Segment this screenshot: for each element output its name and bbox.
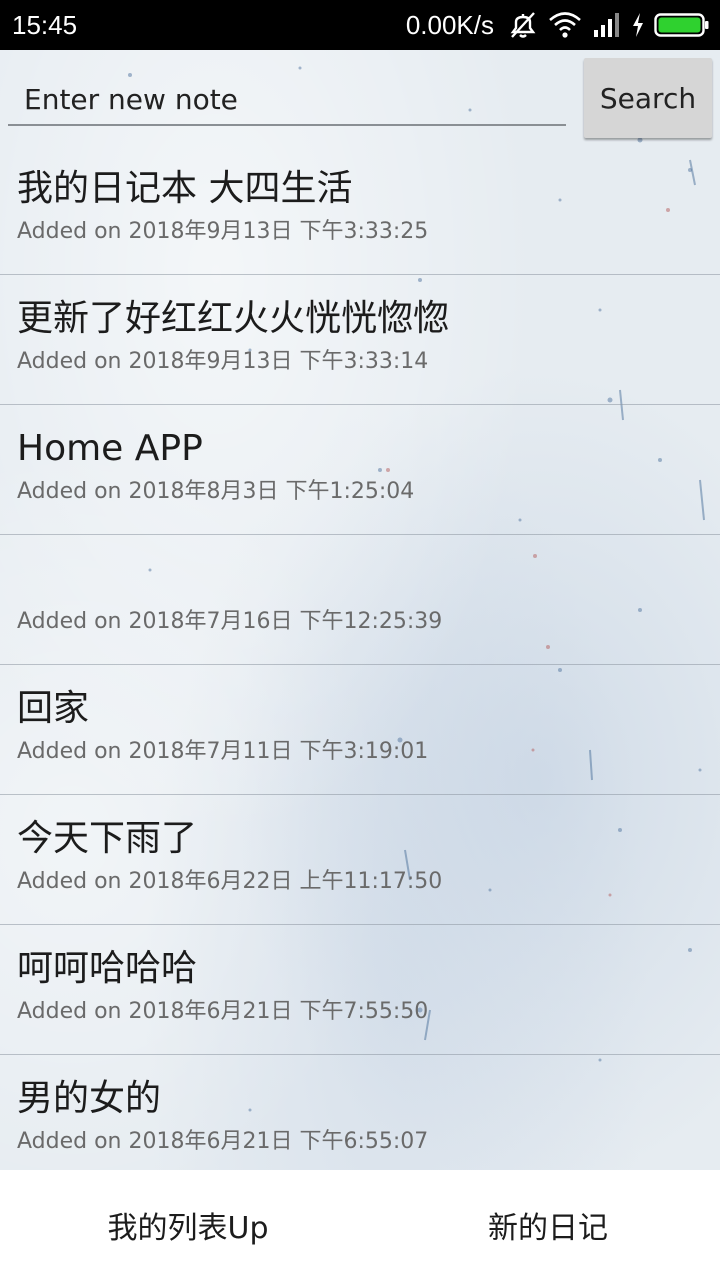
note-list: 我的日记本 大四生活 Added on 2018年9月13日 下午3:33:25… bbox=[0, 145, 720, 1170]
note-item[interactable]: 今天下雨了 Added on 2018年6月22日 上午11:17:50 bbox=[0, 795, 720, 925]
note-title: 我的日记本 大四生活 bbox=[17, 168, 353, 209]
note-item[interactable]: 回家 Added on 2018年7月11日 下午3:19:01 bbox=[0, 665, 720, 795]
note-date: Added on 2018年6月21日 下午7:55:50 bbox=[17, 999, 429, 1024]
note-item[interactable]: Home APP Added on 2018年8月3日 下午1:25:04 bbox=[0, 405, 720, 535]
status-icons: 0.00K/s bbox=[406, 9, 710, 41]
search-row: Search bbox=[0, 50, 720, 142]
note-date: Added on 2018年7月16日 下午12:25:39 bbox=[17, 609, 443, 634]
note-date: Added on 2018年7月11日 下午3:19:01 bbox=[17, 739, 429, 764]
note-date: Added on 2018年9月13日 下午3:33:14 bbox=[17, 349, 429, 374]
note-item[interactable]: Added on 2018年7月16日 下午12:25:39 bbox=[0, 535, 720, 665]
note-title: 今天下雨了 bbox=[17, 818, 198, 859]
note-title: Home APP bbox=[17, 428, 203, 469]
status-bar: 15:45 0.00K/s bbox=[0, 0, 720, 50]
note-title: 呵呵哈哈哈 bbox=[17, 948, 198, 989]
note-item[interactable]: 男的女的 Added on 2018年6月21日 下午6:55:07 bbox=[0, 1055, 720, 1170]
wifi-icon bbox=[548, 11, 582, 39]
battery-icon bbox=[654, 12, 710, 38]
charging-icon bbox=[632, 12, 644, 38]
note-date: Added on 2018年6月21日 下午6:55:07 bbox=[17, 1129, 429, 1154]
notes-content: Search 我的日记本 大四生活 Added on 2018年9月13日 下午… bbox=[0, 50, 720, 1170]
my-list-button[interactable]: 我的列表Up bbox=[8, 1170, 368, 1280]
new-diary-button[interactable]: 新的日记 bbox=[368, 1170, 720, 1280]
note-date: Added on 2018年9月13日 下午3:33:25 bbox=[17, 219, 429, 244]
note-title: 男的女的 bbox=[17, 1078, 162, 1119]
bottom-bar: 我的列表Up 新的日记 bbox=[0, 1170, 720, 1280]
search-button[interactable]: Search bbox=[584, 58, 712, 138]
note-item[interactable]: 更新了好红红火火恍恍惚惚 Added on 2018年9月13日 下午3:33:… bbox=[0, 275, 720, 405]
note-title: 回家 bbox=[17, 688, 90, 729]
note-title: 更新了好红红火火恍恍惚惚 bbox=[17, 298, 450, 339]
signal-icon bbox=[592, 12, 622, 38]
new-note-input[interactable] bbox=[8, 74, 566, 126]
mute-icon bbox=[508, 10, 538, 40]
note-date: Added on 2018年6月22日 上午11:17:50 bbox=[17, 869, 443, 894]
note-date: Added on 2018年8月3日 下午1:25:04 bbox=[17, 479, 415, 504]
note-item[interactable]: 呵呵哈哈哈 Added on 2018年6月21日 下午7:55:50 bbox=[0, 925, 720, 1055]
status-time: 15:45 bbox=[12, 10, 78, 40]
note-item[interactable]: 我的日记本 大四生活 Added on 2018年9月13日 下午3:33:25 bbox=[0, 145, 720, 275]
network-speed: 0.00K/s bbox=[405, 9, 494, 40]
